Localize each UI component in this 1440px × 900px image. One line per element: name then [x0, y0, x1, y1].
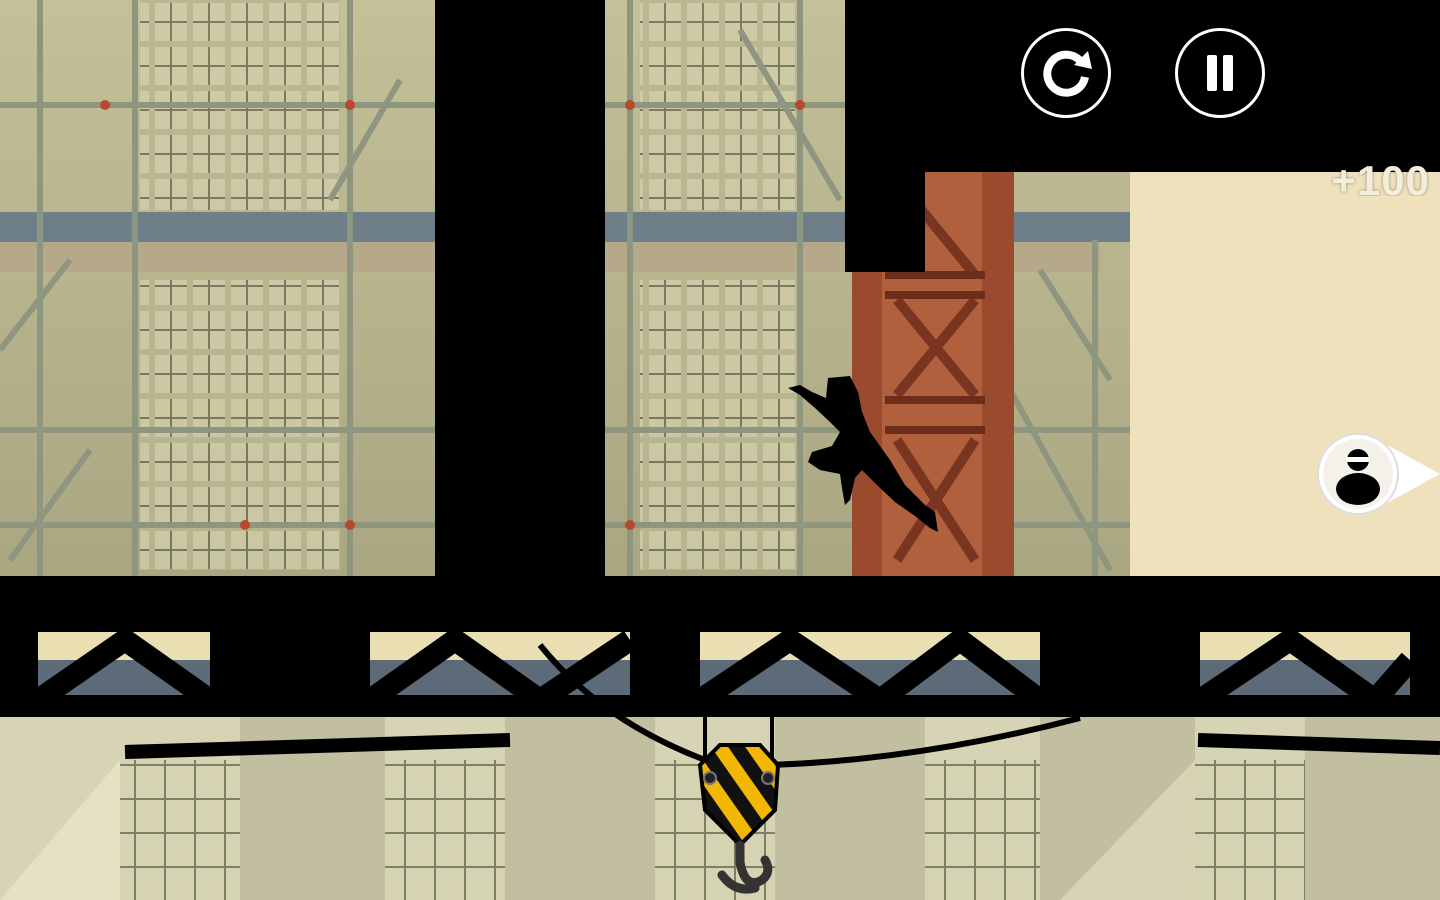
score-popup: +100 — [1331, 157, 1430, 196]
floor-beam — [0, 576, 1440, 632]
runner-silhouette — [788, 376, 938, 532]
pause-icon — [1207, 55, 1233, 91]
restart-button[interactable] — [1021, 28, 1111, 118]
crane-hook — [697, 743, 781, 894]
pause-button[interactable] — [1175, 28, 1265, 118]
hunter-offscreen-indicator — [1316, 432, 1440, 516]
restart-icon — [1043, 50, 1092, 97]
